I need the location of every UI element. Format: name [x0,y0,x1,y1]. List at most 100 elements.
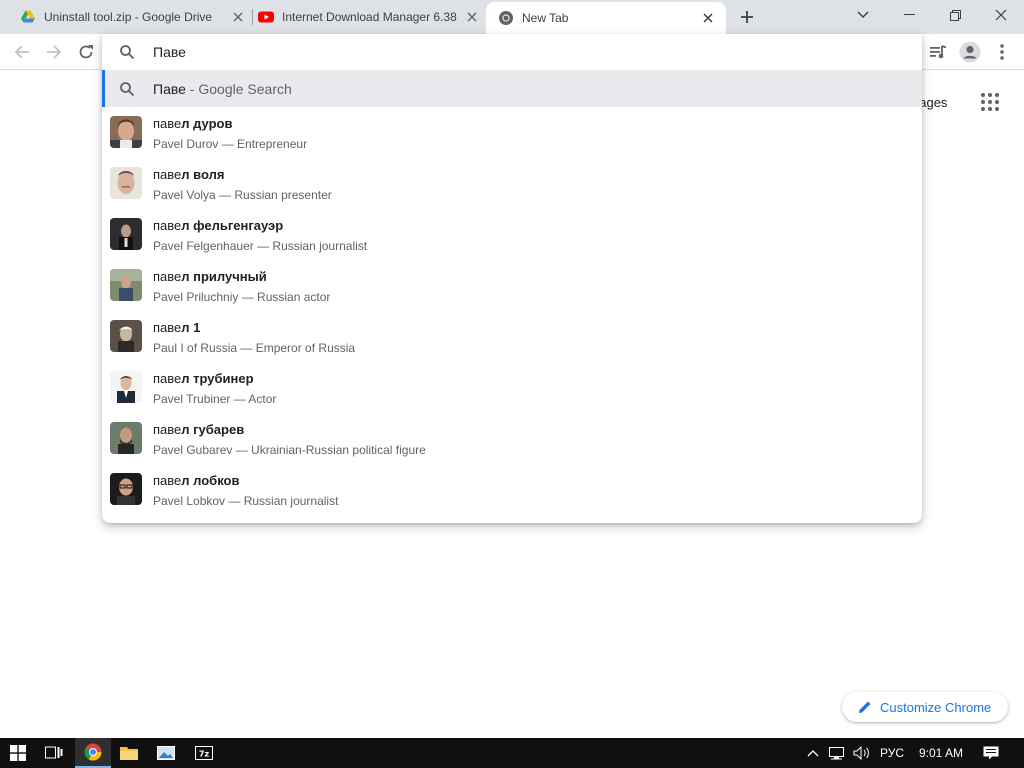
suggestion-subtitle: Paul I of Russia — Emperor of Russia [153,341,356,355]
close-tab-icon[interactable] [230,9,246,25]
chrome-menu-button[interactable] [990,40,1014,64]
address-bar[interactable]: Паве [102,34,922,70]
tab-internet-download-manager[interactable]: Internet Download Manager 6.38 [258,0,480,34]
back-button[interactable] [10,40,34,64]
volume-button[interactable] [850,738,874,768]
suggestion-completion: л воля [181,167,225,182]
start-button[interactable] [0,738,36,768]
suggestion-separator: - [185,81,199,97]
taskbar-file-explorer[interactable] [111,738,147,768]
person-thumbnail [110,320,142,352]
close-icon [995,9,1007,21]
avatar-icon [959,41,981,63]
suggestion-subtitle: Pavel Lobkov — Russian journalist [153,494,339,508]
archive-icon: 7z [195,746,213,760]
close-tab-icon[interactable] [464,9,480,25]
reload-button[interactable] [74,40,98,64]
search-icon [120,45,135,60]
svg-text:7z: 7z [199,750,210,759]
customize-chrome-label: Customize Chrome [880,699,992,715]
chevron-down-icon [857,11,869,18]
suggestion-row[interactable]: павел лобков Pavel Lobkov — Russian jour… [102,465,922,516]
suggestion-completion: л губарев [181,422,245,437]
suggestion-subtitle: Pavel Durov — Entrepreneur [153,137,308,151]
task-view-icon [45,746,63,759]
arrow-right-icon [47,45,62,59]
action-center-button[interactable] [978,738,1004,768]
suggestion-subtitle: Pavel Gubarev — Ukrainian-Russian politi… [153,443,426,457]
chevron-up-icon [807,750,819,757]
tab-title: Internet Download Manager 6.38 [282,10,457,24]
suggestion-title: павел воля [153,167,224,182]
suggestion-subtitle: Pavel Trubiner — Actor [153,392,277,406]
tab-title: New Tab [522,11,569,25]
suggestion-typed: паве [153,116,182,131]
tab-new-tab[interactable]: New Tab [486,2,726,34]
tray-overflow-button[interactable] [802,738,824,768]
suggestion-row[interactable]: павел губарев Pavel Gubarev — Ukrainian-… [102,414,922,465]
search-suggestion-selected[interactable]: Паве - Google Search [102,70,922,107]
suggestion-row[interactable]: павел 1 Paul I of Russia — Emperor of Ru… [102,312,922,363]
suggestion-completion: л лобков [181,473,240,488]
suggestion-title: павел лобков [153,473,239,488]
suggestion-typed: паве [153,320,182,335]
suggestion-text: Паве - Google Search [153,81,292,97]
playlist-icon [930,45,947,59]
person-thumbnail [110,167,142,199]
suggestion-typed: паве [153,422,182,437]
suggestion-row[interactable]: павел дуров Pavel Durov — Entrepreneur [102,108,922,159]
person-thumbnail [110,269,142,301]
tab-search-button[interactable] [840,0,886,30]
person-thumbnail [110,422,142,454]
suggestion-completion: л 1 [181,320,201,335]
suggestion-row[interactable]: павел трубинер Pavel Trubiner — Actor [102,363,922,414]
search-icon [120,82,135,97]
minimize-button[interactable] [886,0,932,30]
omnibox-dropdown: Паве Паве - Google Search павел дуров Pa… [102,34,922,523]
suggestion-typed: паве [153,473,182,488]
forward-button[interactable] [42,40,66,64]
tab-strip: Uninstall tool.zip - Google Drive Intern… [0,0,1024,34]
tab-title: Uninstall tool.zip - Google Drive [44,10,213,24]
picture-icon [157,746,175,760]
suggestion-row[interactable]: павел прилучный Pavel Priluchniy — Russi… [102,261,922,312]
chrome-icon [499,11,513,25]
person-thumbnail [110,371,142,403]
windows-icon [10,745,26,761]
tab-separator [252,9,253,25]
reading-list-button[interactable] [926,40,950,64]
restore-button[interactable] [932,0,978,30]
network-button[interactable] [826,738,850,768]
suggestion-completion: л фельгенгауэр [181,218,284,233]
tab-google-drive[interactable]: Uninstall tool.zip - Google Drive [20,0,246,34]
suggestion-title: павел трубинер [153,371,254,386]
taskbar-image-viewer[interactable] [148,738,184,768]
arrow-left-icon [14,45,29,59]
clock[interactable]: 9:01 AM [912,738,970,768]
suggestion-row[interactable]: павел фельгенгауэр Pavel Felgenhauer — R… [102,210,922,261]
suggestion-typed: паве [153,218,182,233]
reload-icon [79,45,93,59]
profile-button[interactable] [958,40,982,64]
restore-icon [949,9,961,21]
suggestion-typed: паве [153,269,182,284]
task-view-button[interactable] [36,738,72,768]
apps-grid-icon[interactable] [980,92,1000,112]
plus-icon [741,11,753,23]
taskbar-archiver[interactable]: 7z [186,738,222,768]
youtube-icon [258,11,274,23]
suggestion-title: павел губарев [153,422,244,437]
close-window-button[interactable] [978,0,1024,30]
address-bar-text[interactable]: Паве [153,44,186,60]
new-tab-button[interactable] [736,6,758,28]
taskbar-chrome[interactable] [75,738,111,768]
suggestion-row[interactable]: павел воля Pavel Volya — Russian present… [102,159,922,210]
folder-icon [120,747,138,760]
minimize-icon [903,14,915,15]
suggestion-title: павел 1 [153,320,200,335]
pencil-icon [859,701,871,713]
customize-chrome-button[interactable]: Customize Chrome [842,692,1008,722]
input-language-indicator[interactable]: РУС [876,738,908,768]
close-tab-icon[interactable] [700,10,716,26]
network-icon [829,747,844,760]
